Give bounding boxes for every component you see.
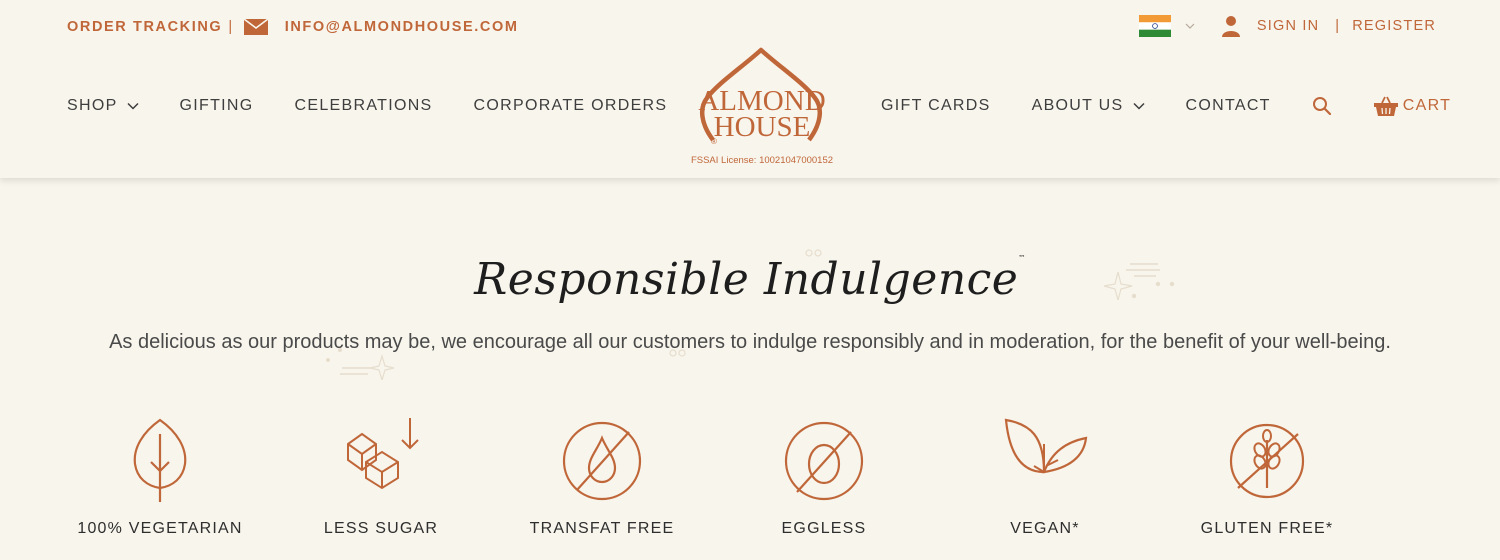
chevron-down-icon (1132, 102, 1145, 110)
main-nav-right: GIFT CARDS ABOUT US CONTACT CART (881, 96, 1492, 116)
feature-vegetarian: 100% VEGETARIAN (60, 416, 260, 538)
feature-vegan: VEGAN* (945, 416, 1145, 538)
nav-item-corporate-orders[interactable]: CORPORATE ORDERS (474, 97, 668, 115)
section-subtitle: As delicious as our products may be, we … (109, 331, 1391, 353)
account-divider: | (1335, 18, 1341, 34)
feature-label: LESS SUGAR (323, 520, 439, 537)
almond-house-logo[interactable]: ALMOND HOUSE ® (683, 44, 841, 164)
nav-item-celebrations[interactable]: CELEBRATIONS (295, 97, 433, 115)
order-tracking-link[interactable]: ORDER TRACKING (67, 19, 222, 35)
nav-item-about-us[interactable]: ABOUT US (1032, 97, 1145, 115)
nav-item-label: CELEBRATIONS (294, 97, 433, 114)
mail-icon (243, 19, 268, 35)
nav-item-gifting[interactable]: GIFTING (180, 97, 254, 115)
no-egg-icon (784, 421, 864, 501)
fssai-license: FSSAI License: 10021047000152 (690, 155, 834, 166)
chevron-down-icon[interactable] (1185, 22, 1195, 30)
cart-label: CART (1402, 97, 1452, 114)
nav-item-label: CONTACT (1185, 97, 1271, 114)
site-header: ORDER TRACKING | INFO@ALMONDHOUSE.COM SI… (0, 0, 1500, 178)
section-title: Responsible Indulgence™ (0, 254, 1500, 305)
feature-gluten-free: GLUTEN FREE* (1167, 416, 1367, 538)
leaf-icon (133, 418, 187, 502)
feature-label: VEGAN* (1010, 520, 1080, 537)
responsible-indulgence-section: Responsible Indulgence™ As delicious as … (0, 178, 1500, 560)
no-transfat-icon (562, 421, 642, 501)
feature-label: 100% VEGETARIAN (77, 520, 243, 537)
india-flag-icon[interactable] (1138, 15, 1171, 37)
nav-item-contact[interactable]: CONTACT (1186, 97, 1271, 115)
main-nav-left: SHOP GIFTING CELEBRATIONS CORPORATE ORDE… (67, 96, 708, 116)
email-link[interactable]: INFO@ALMONDHOUSE.COM (285, 19, 519, 35)
feature-less-sugar: LESS SUGAR (281, 416, 481, 538)
feature-label: GLUTEN FREE* (1200, 520, 1334, 537)
chevron-down-icon (127, 102, 139, 110)
user-icon (1221, 16, 1240, 37)
nav-item-label: GIFT CARDS (881, 97, 991, 114)
trademark-symbol: ™ (1018, 254, 1026, 262)
nav-item-label: GIFTING (179, 97, 254, 114)
sign-in-link[interactable]: SIGN IN (1257, 18, 1319, 34)
feature-label: EGGLESS (781, 520, 867, 537)
section-title-text: Responsible Indulgence (474, 254, 1019, 305)
nav-item-shop[interactable]: SHOP (67, 97, 139, 115)
registered-mark: ® (711, 137, 717, 146)
nav-item-label: CORPORATE ORDERS (473, 97, 668, 114)
logo-line2: HOUSE (714, 111, 811, 143)
register-link[interactable]: REGISTER (1352, 18, 1436, 34)
feature-transfat-free: TRANSFAT FREE (502, 416, 702, 538)
cart-button[interactable]: CART (1373, 95, 1451, 117)
sugar-cubes-icon (347, 418, 419, 490)
topbar-contact: ORDER TRACKING | INFO@ALMONDHOUSE.COM (67, 18, 519, 36)
feature-eggless: EGGLESS (724, 416, 924, 538)
cart-basket-icon (1373, 96, 1398, 116)
feature-label: TRANSFAT FREE (529, 520, 675, 537)
no-gluten-icon (1229, 423, 1305, 499)
search-icon (1312, 97, 1331, 116)
nav-item-gift-cards[interactable]: GIFT CARDS (881, 97, 991, 115)
topbar-separator: | (228, 19, 234, 35)
topbar-account: SIGN IN | REGISTER (1138, 14, 1436, 38)
nav-item-label: ABOUT US (1031, 97, 1124, 114)
vegan-leaves-icon (1004, 418, 1088, 474)
nav-item-label: SHOP (67, 97, 118, 114)
search-button[interactable] (1312, 96, 1332, 116)
